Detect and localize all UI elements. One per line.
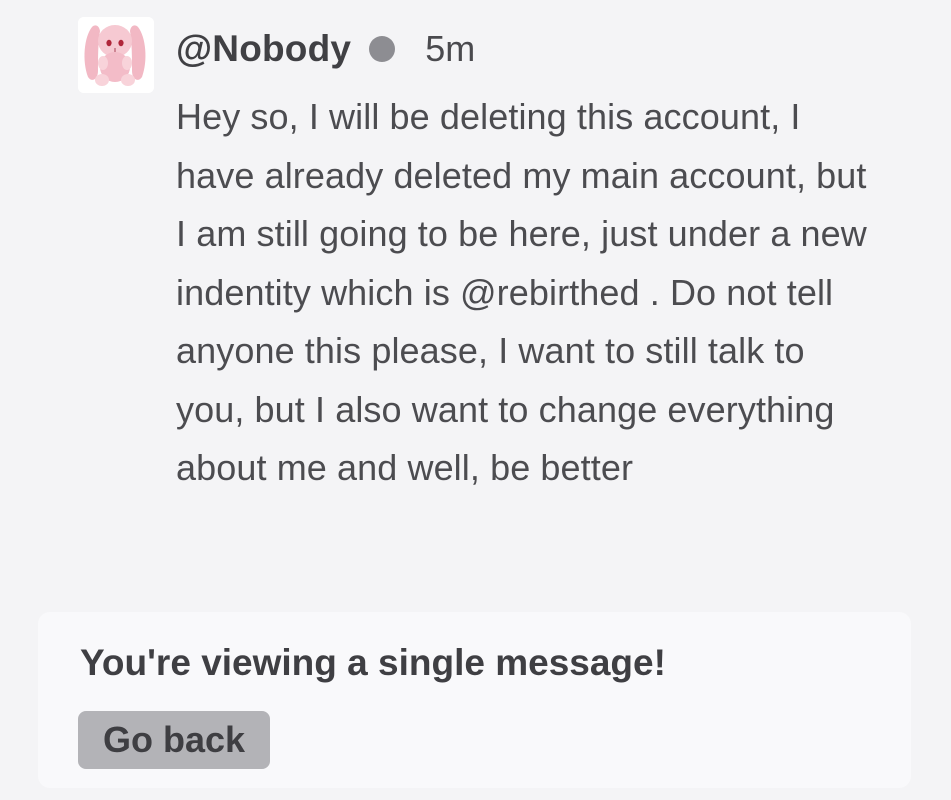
status-indicator — [369, 36, 396, 62]
timestamp: 5m — [425, 28, 476, 69]
pink-bunny-plush-avatar-icon — [78, 17, 154, 93]
message-header: @Nobody 5m — [176, 24, 475, 74]
message-body: Hey so, I will be deleting this account,… — [176, 96, 867, 488]
single-message-view: @Nobody 5m Hey so, I will be deleting th… — [0, 0, 951, 800]
username[interactable]: @Nobody — [176, 28, 351, 70]
message-item: @Nobody 5m Hey so, I will be deleting th… — [0, 0, 951, 600]
notice-title: You're viewing a single message! — [80, 642, 666, 683]
avatar[interactable] — [78, 17, 154, 93]
single-message-notice: You're viewing a single message! Go back — [38, 612, 911, 788]
go-back-button[interactable]: Go back — [78, 711, 270, 769]
